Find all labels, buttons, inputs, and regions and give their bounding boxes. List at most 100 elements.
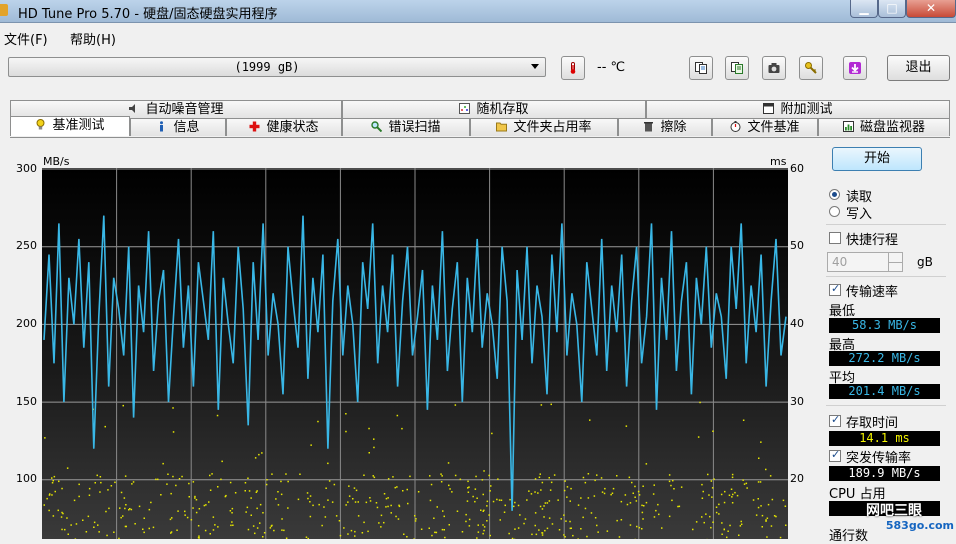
menu-file[interactable]: 文件(F) [4,29,48,48]
screenshot-button[interactable] [762,56,786,80]
access-time-point [770,475,772,477]
transfer-rate-label: 传输速率 [846,281,898,300]
access-time-point [602,491,604,493]
access-time-point [762,526,764,528]
access-time-point [493,501,495,503]
tab-info[interactable]: 信息 [130,118,226,136]
start-button[interactable]: 开始 [832,147,922,171]
tab-file-benchmark[interactable]: 文件基准 [712,118,818,136]
tab-error-scan[interactable]: 错误扫描 [342,118,470,136]
short-stroke-input[interactable]: 40 [827,252,903,272]
access-time-point [653,493,655,495]
access-time-point [547,528,549,530]
access-time-point [281,518,283,520]
access-time-point [569,521,571,523]
spin-down-button[interactable] [888,262,902,271]
transfer-rate-checkbox[interactable] [829,284,841,296]
access-time-point [744,483,746,485]
copy-info-button[interactable] [689,56,713,80]
access-time-point [514,528,516,530]
access-time-point [249,490,251,492]
access-time-point [356,490,358,492]
tab-folder-usage[interactable]: 文件夹占用率 [470,118,618,136]
access-time-point [309,501,311,503]
access-time-point [591,512,593,514]
access-time-point [785,525,787,527]
access-time-point [325,488,327,490]
write-radio[interactable] [829,206,840,217]
read-radio[interactable] [829,189,840,200]
y-axis-right-unit: ms [770,155,786,168]
access-time-point [380,526,382,528]
access-time-point [455,475,457,477]
access-time-point [639,494,641,496]
access-time-point [768,504,770,506]
y-tick-left: 100 [16,472,37,485]
access-time-point [621,519,623,521]
tab-extra-tests[interactable]: 附加测试 [646,100,950,118]
access-time-point [327,463,329,465]
access-time-point [189,496,191,498]
menu-help[interactable]: 帮助(H) [70,29,116,48]
access-time-point [283,530,285,532]
access-time-point [396,486,398,488]
tab-label: 磁盘监视器 [860,120,925,135]
access-time-point [613,488,615,490]
options-button[interactable] [799,56,823,80]
temperature-button[interactable] [561,56,585,80]
tab-erase[interactable]: 擦除 [618,118,712,136]
access-time-point [758,458,760,460]
maximize-button[interactable]: □ [878,0,906,18]
copy-text-button[interactable] [725,56,749,80]
transfer-rate-graph [42,168,788,539]
access-time-point [642,486,644,488]
drive-select[interactable]: (1999 gB) [8,57,546,77]
access-time-point [731,496,733,498]
access-time-point [539,477,541,479]
access-time-point [139,506,141,508]
access-time-point [721,494,723,496]
access-time-point [449,488,451,490]
y-tick-right: 40 [790,317,804,330]
access-time-point [669,481,671,483]
access-time-point [541,404,543,406]
access-time-point [563,534,565,536]
save-button[interactable] [843,56,867,80]
tab-disk-monitor[interactable]: 磁盘监视器 [818,118,950,136]
tab-benchmark[interactable]: 基准测试 [10,116,130,136]
close-button[interactable]: ✕ [906,0,956,18]
access-time-point [746,483,748,485]
short-stroke-checkbox[interactable] [829,232,841,244]
access-time-point [655,510,657,512]
access-time-point [490,535,492,537]
access-time-point [248,529,250,531]
access-time-point [271,473,273,475]
access-time-checkbox[interactable] [829,415,841,427]
close-icon: ✕ [907,1,955,15]
access-time-point [596,525,598,527]
access-time-point [442,510,444,512]
exit-button[interactable]: 退出 [887,55,950,81]
access-time-point [465,521,467,523]
burst-rate-checkbox[interactable] [829,450,841,462]
access-time-point [760,505,762,507]
access-time-point [332,501,334,503]
access-time-point [670,485,672,487]
access-time-point [387,497,389,499]
minimize-button[interactable]: ▁ [850,0,878,18]
access-time-point [601,477,603,479]
access-time-point [596,474,598,476]
access-time-point [166,483,168,485]
access-time-point [256,490,258,492]
access-time-point [374,477,376,479]
access-time-point [217,486,219,488]
access-time-point [44,437,46,439]
access-time-point [318,504,320,506]
spin-up-button[interactable] [888,253,902,262]
access-time-point [52,482,54,484]
avg-value: 201.4 MB/s [829,384,940,399]
access-time-point [66,517,68,519]
tab-health[interactable]: 健康状态 [226,118,342,136]
tab-random-access[interactable]: 随机存取 [342,100,646,118]
access-time-point [196,512,198,514]
